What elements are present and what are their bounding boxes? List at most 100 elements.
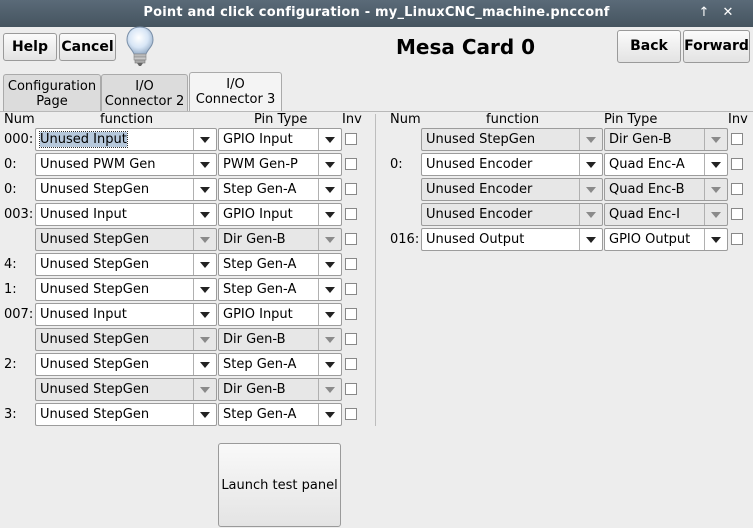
function-value-text: Unused PWM Gen bbox=[40, 157, 156, 172]
chevron-down-icon[interactable] bbox=[193, 179, 216, 200]
invert-checkbox[interactable] bbox=[345, 408, 357, 420]
function-combo[interactable]: Unused StepGen bbox=[35, 178, 217, 201]
function-combo[interactable]: Unused Encoder bbox=[421, 178, 603, 201]
function-combo[interactable]: Unused StepGen bbox=[35, 328, 217, 351]
function-combo[interactable]: Unused StepGen bbox=[35, 403, 217, 426]
chevron-down-icon[interactable] bbox=[318, 279, 341, 300]
chevron-down-icon[interactable] bbox=[579, 204, 602, 225]
pin-type-combo[interactable]: Dir Gen-B bbox=[604, 128, 728, 151]
chevron-down-icon[interactable] bbox=[193, 229, 216, 250]
maximize-icon[interactable]: ↑ bbox=[695, 4, 713, 22]
pin-type-combo[interactable]: Step Gen-A bbox=[218, 253, 342, 276]
function-value: Unused StepGen bbox=[40, 282, 149, 297]
function-combo[interactable]: Unused Output bbox=[421, 228, 603, 251]
chevron-down-icon[interactable] bbox=[318, 304, 341, 325]
pin-type-combo[interactable]: Quad Enc-B bbox=[604, 178, 728, 201]
invert-checkbox[interactable] bbox=[345, 183, 357, 195]
chevron-down-icon[interactable] bbox=[318, 204, 341, 225]
function-combo[interactable]: Unused StepGen bbox=[35, 378, 217, 401]
tab-label: I/O bbox=[226, 77, 245, 92]
chevron-down-icon[interactable] bbox=[704, 204, 727, 225]
function-combo[interactable]: Unused Input bbox=[35, 128, 217, 151]
chevron-down-icon[interactable] bbox=[193, 329, 216, 350]
chevron-down-icon[interactable] bbox=[579, 154, 602, 175]
chevron-down-icon[interactable] bbox=[193, 204, 216, 225]
function-combo[interactable]: Unused PWM Gen bbox=[35, 153, 217, 176]
pin-type-value: Step Gen-A bbox=[223, 357, 297, 372]
close-icon[interactable]: ✕ bbox=[719, 4, 737, 22]
function-combo[interactable]: Unused StepGen bbox=[35, 278, 217, 301]
invert-checkbox[interactable] bbox=[345, 283, 357, 295]
invert-checkbox[interactable] bbox=[731, 208, 743, 220]
invert-checkbox[interactable] bbox=[731, 158, 743, 170]
back-button[interactable]: Back bbox=[617, 30, 681, 63]
invert-checkbox[interactable] bbox=[731, 133, 743, 145]
pin-type-combo[interactable]: Step Gen-A bbox=[218, 403, 342, 426]
function-combo[interactable]: Unused Encoder bbox=[421, 153, 603, 176]
tab-io-connector-3[interactable]: I/O Connector 3 bbox=[189, 72, 282, 112]
pin-type-combo[interactable]: GPIO Output bbox=[604, 228, 728, 251]
pin-type-combo[interactable]: Dir Gen-B bbox=[218, 228, 342, 251]
chevron-down-icon[interactable] bbox=[193, 129, 216, 150]
chevron-down-icon[interactable] bbox=[318, 404, 341, 425]
invert-checkbox[interactable] bbox=[345, 208, 357, 220]
chevron-down-icon[interactable] bbox=[704, 154, 727, 175]
cancel-button[interactable]: Cancel bbox=[59, 33, 116, 61]
chevron-down-icon[interactable] bbox=[318, 179, 341, 200]
chevron-down-icon[interactable] bbox=[193, 279, 216, 300]
function-combo[interactable]: Unused Input bbox=[35, 203, 217, 226]
invert-checkbox[interactable] bbox=[345, 383, 357, 395]
tab-io-connector-2[interactable]: I/O Connector 2 bbox=[101, 74, 188, 112]
chevron-down-icon[interactable] bbox=[704, 229, 727, 250]
pin-type-combo[interactable]: Step Gen-A bbox=[218, 178, 342, 201]
pin-type-combo[interactable]: GPIO Input bbox=[218, 128, 342, 151]
row-number: 1: bbox=[4, 282, 17, 297]
pin-type-combo[interactable]: GPIO Input bbox=[218, 203, 342, 226]
chevron-down-icon[interactable] bbox=[318, 154, 341, 175]
chevron-down-icon[interactable] bbox=[318, 354, 341, 375]
function-combo[interactable]: Unused StepGen bbox=[35, 228, 217, 251]
chevron-down-icon[interactable] bbox=[193, 304, 216, 325]
invert-checkbox[interactable] bbox=[731, 233, 743, 245]
pin-type-combo[interactable]: Dir Gen-B bbox=[218, 328, 342, 351]
invert-checkbox[interactable] bbox=[345, 158, 357, 170]
pin-type-combo[interactable]: Step Gen-A bbox=[218, 278, 342, 301]
invert-checkbox[interactable] bbox=[345, 258, 357, 270]
chevron-down-icon[interactable] bbox=[193, 354, 216, 375]
chevron-down-icon[interactable] bbox=[318, 254, 341, 275]
chevron-down-icon[interactable] bbox=[704, 129, 727, 150]
invert-checkbox[interactable] bbox=[731, 183, 743, 195]
pin-type-combo[interactable]: PWM Gen-P bbox=[218, 153, 342, 176]
function-combo[interactable]: Unused Encoder bbox=[421, 203, 603, 226]
function-combo[interactable]: Unused StepGen bbox=[421, 128, 603, 151]
pin-type-combo[interactable]: Quad Enc-I bbox=[604, 203, 728, 226]
pin-type-combo[interactable]: Step Gen-A bbox=[218, 353, 342, 376]
chevron-down-icon[interactable] bbox=[318, 229, 341, 250]
chevron-down-icon[interactable] bbox=[318, 379, 341, 400]
invert-checkbox[interactable] bbox=[345, 133, 357, 145]
function-combo[interactable]: Unused StepGen bbox=[35, 353, 217, 376]
chevron-down-icon[interactable] bbox=[318, 129, 341, 150]
function-combo[interactable]: Unused Input bbox=[35, 303, 217, 326]
invert-checkbox[interactable] bbox=[345, 358, 357, 370]
pin-type-combo[interactable]: GPIO Input bbox=[218, 303, 342, 326]
invert-checkbox[interactable] bbox=[345, 333, 357, 345]
chevron-down-icon[interactable] bbox=[704, 179, 727, 200]
tab-configuration-page[interactable]: Configuration Page bbox=[3, 74, 101, 112]
chevron-down-icon[interactable] bbox=[193, 404, 216, 425]
launch-test-panel-button[interactable]: Launch test panel bbox=[218, 443, 341, 527]
invert-checkbox[interactable] bbox=[345, 233, 357, 245]
invert-checkbox[interactable] bbox=[345, 308, 357, 320]
function-combo[interactable]: Unused StepGen bbox=[35, 253, 217, 276]
chevron-down-icon[interactable] bbox=[318, 329, 341, 350]
help-button[interactable]: Help bbox=[3, 33, 57, 61]
pin-type-combo[interactable]: Quad Enc-A bbox=[604, 153, 728, 176]
chevron-down-icon[interactable] bbox=[193, 254, 216, 275]
chevron-down-icon[interactable] bbox=[579, 229, 602, 250]
pin-type-combo[interactable]: Dir Gen-B bbox=[218, 378, 342, 401]
chevron-down-icon[interactable] bbox=[579, 129, 602, 150]
chevron-down-icon[interactable] bbox=[193, 379, 216, 400]
forward-button[interactable]: Forward bbox=[683, 30, 750, 63]
chevron-down-icon[interactable] bbox=[579, 179, 602, 200]
chevron-down-icon[interactable] bbox=[193, 154, 216, 175]
